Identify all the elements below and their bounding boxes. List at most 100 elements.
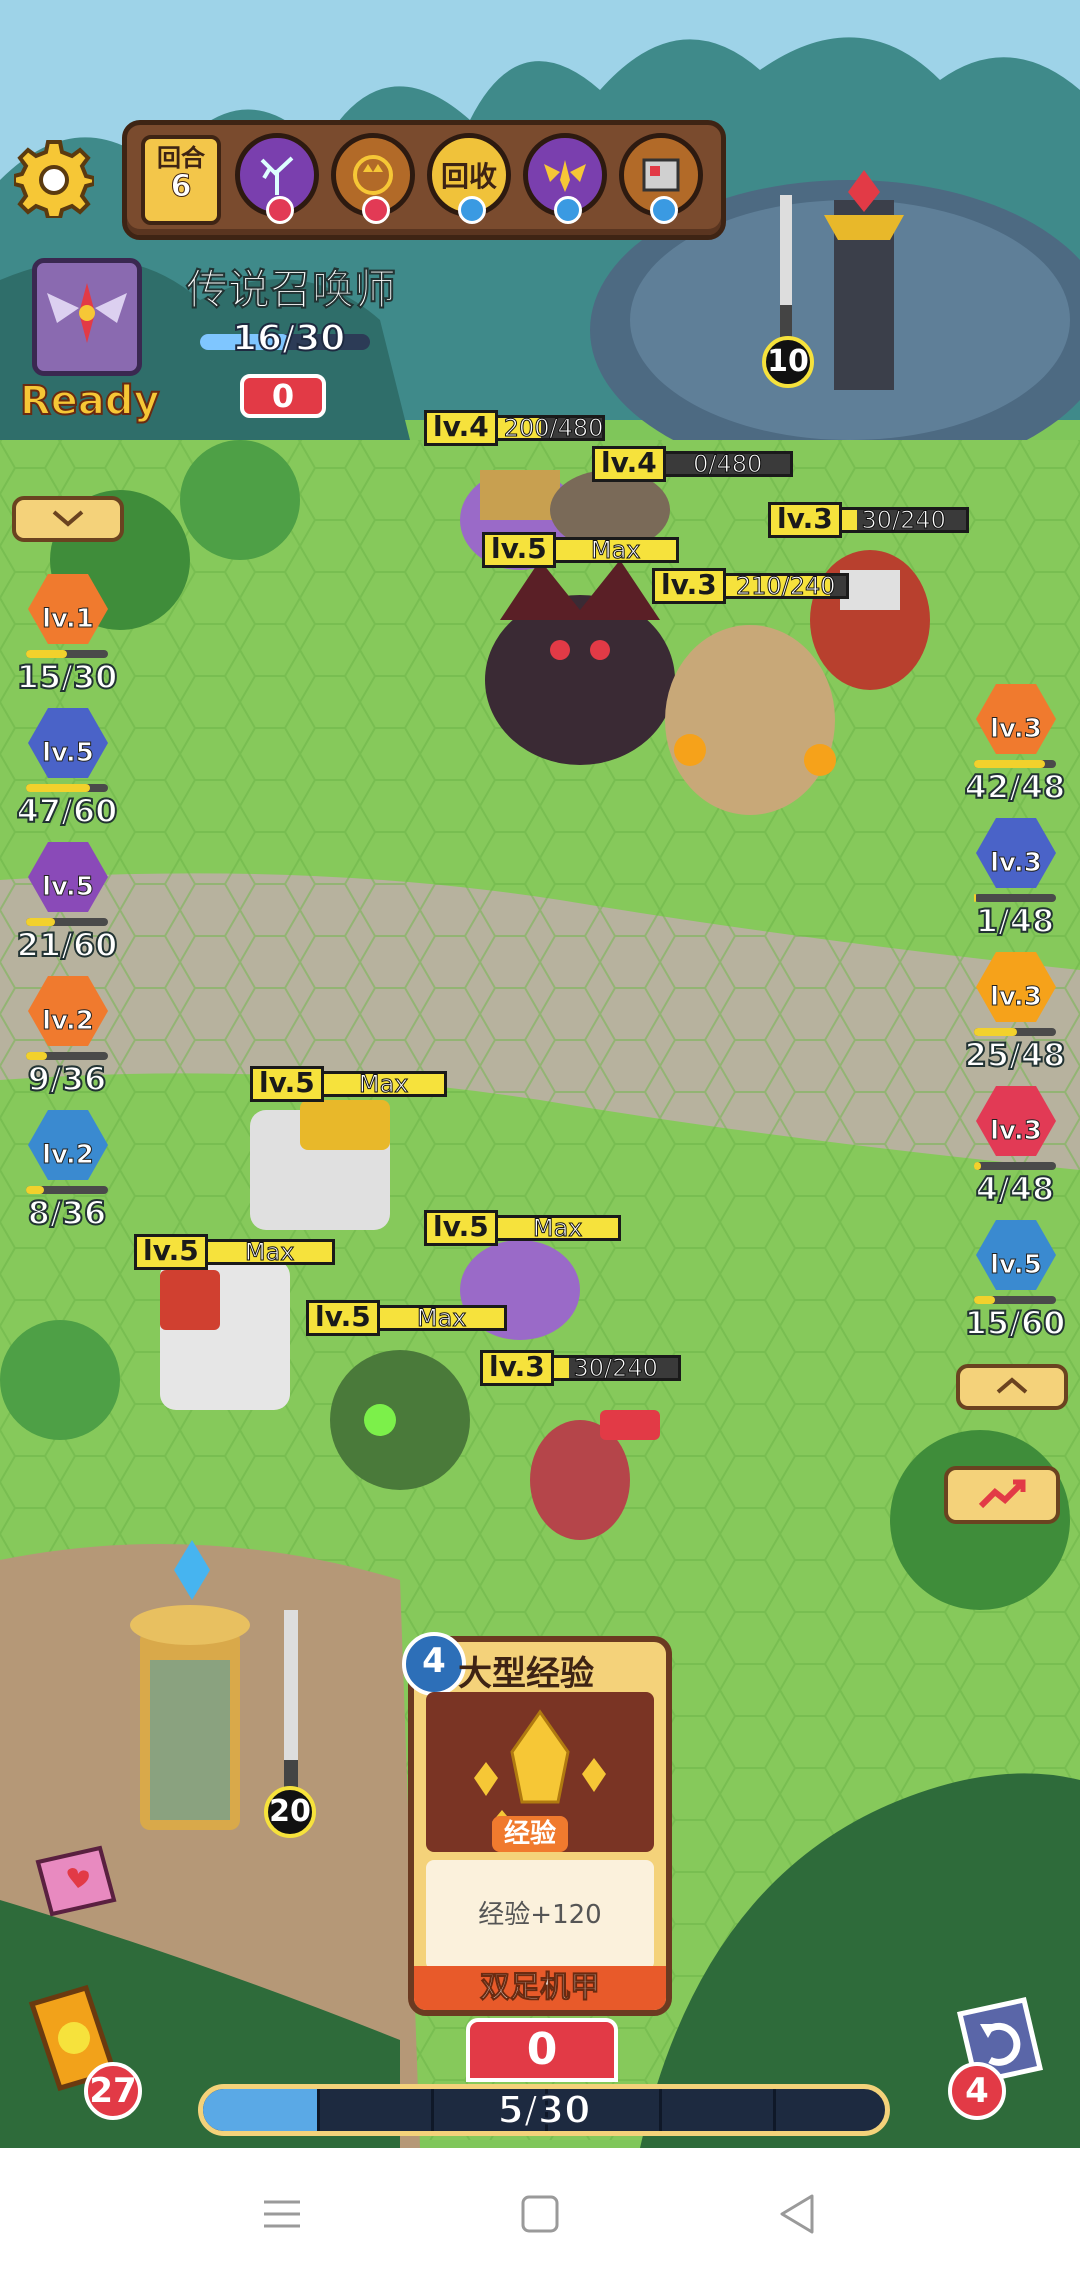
- side-unit-card[interactable]: lv.5 47/60: [12, 708, 122, 840]
- back-button[interactable]: [772, 2188, 824, 2240]
- unit-progress-bar: [26, 650, 108, 658]
- side-unit-card[interactable]: lv.5 15/60: [960, 1220, 1070, 1352]
- ally-level-tag: lv.5 Max: [134, 1234, 335, 1270]
- level-progress: 30/240: [838, 507, 969, 533]
- draw-deck[interactable]: 27: [22, 1984, 142, 2120]
- side-unit-card[interactable]: lv.3 4/48: [960, 1086, 1070, 1218]
- unit-hex-icon: lv.5: [28, 842, 108, 912]
- unit-count: 47/60: [16, 791, 119, 831]
- unit-progress-bar: [974, 894, 1056, 902]
- unit-count: 42/48: [964, 767, 1067, 807]
- level-progress: Max: [376, 1305, 507, 1331]
- enemy-level-tag: lv.5 Max: [482, 532, 679, 568]
- unit-count: 9/36: [27, 1059, 107, 1099]
- ally-tower-counter: 20: [264, 1786, 316, 1838]
- player-avatar[interactable]: [32, 258, 142, 376]
- discard-count-badge: 4: [948, 2062, 1006, 2120]
- level-progress: 30/240: [550, 1355, 681, 1381]
- side-unit-card[interactable]: lv.3 25/48: [960, 952, 1070, 1084]
- skill-slot-2[interactable]: [331, 133, 415, 224]
- red-gem-icon: [362, 196, 390, 224]
- back-triangle-icon: [780, 2194, 814, 2234]
- chevron-up-icon: [996, 1377, 1028, 1394]
- settings-gear-button[interactable]: [12, 138, 96, 220]
- skill-slot-5[interactable]: [619, 133, 703, 224]
- player-hp-text: 16/30: [231, 317, 346, 360]
- level-label: lv.3: [480, 1350, 554, 1386]
- level-progress-text: Max: [532, 1214, 583, 1242]
- blue-gem-icon: [554, 196, 582, 224]
- collapse-left-panel-button[interactable]: [12, 496, 124, 542]
- enemy-level-tag: lv.3 30/240: [768, 502, 969, 538]
- round-counter: 回合 6: [141, 135, 221, 225]
- side-unit-card[interactable]: lv.1 15/30: [12, 574, 122, 706]
- unit-level: lv.3: [990, 848, 1043, 879]
- unit-count: 21/60: [16, 925, 119, 965]
- recent-apps-button[interactable]: [256, 2188, 308, 2240]
- unit-hex-icon: lv.5: [28, 708, 108, 778]
- trend-button[interactable]: [944, 1466, 1060, 1524]
- tree-branch-skill-icon: [260, 156, 294, 195]
- card-description: 经验+120: [426, 1860, 654, 1970]
- turn-skill-bar: 回合 6 回收: [122, 120, 726, 240]
- unit-progress-bar: [974, 1162, 1056, 1170]
- ally-level-tag: lv.5 Max: [250, 1066, 447, 1102]
- card-cost: 4: [402, 1632, 466, 1696]
- player-name: 传说召唤师: [185, 264, 397, 315]
- gear-icon: [12, 140, 96, 220]
- unit-hex-icon: lv.3: [976, 1086, 1056, 1156]
- side-unit-card[interactable]: lv.3 42/48: [960, 684, 1070, 816]
- trend-up-icon: [978, 1479, 1026, 1509]
- home-button[interactable]: [514, 2188, 566, 2240]
- level-label: lv.5: [424, 1210, 498, 1246]
- level-label: lv.5: [134, 1234, 208, 1270]
- experience-card[interactable]: 4 大型经验 经验 经验+120 双足机甲: [402, 1632, 672, 2016]
- card-play-counter: 0: [466, 2018, 618, 2082]
- enemy-level-tag: lv.4 0/480: [592, 446, 793, 482]
- side-unit-card[interactable]: lv.2 8/36: [12, 1110, 122, 1242]
- side-unit-card[interactable]: lv.3 1/48: [960, 818, 1070, 950]
- round-number: 6: [170, 169, 192, 204]
- unit-hex-icon: lv.3: [976, 684, 1056, 754]
- home-square-icon: [521, 2195, 559, 2233]
- level-progress: Max: [320, 1071, 447, 1097]
- unit-hex-icon: lv.2: [28, 976, 108, 1046]
- unit-progress-bar: [26, 918, 108, 926]
- unit-progress-bar: [974, 1028, 1056, 1036]
- side-unit-card[interactable]: lv.2 9/36: [12, 976, 122, 1108]
- level-progress: 0/480: [662, 451, 793, 477]
- unit-level: lv.1: [42, 604, 95, 635]
- energy-bar: 5/30: [198, 2084, 890, 2136]
- unit-count: 4/48: [975, 1169, 1055, 1209]
- unit-count: 8/36: [27, 1193, 107, 1233]
- discard-pile[interactable]: 4: [940, 1990, 1060, 2120]
- level-progress-text: 200/480: [503, 414, 604, 442]
- skill-slot-recycle[interactable]: 回收: [427, 133, 511, 224]
- ally-level-tag: lv.3 30/240: [480, 1350, 681, 1386]
- red-gem-icon: [266, 196, 294, 224]
- codex-book-button[interactable]: [30, 1842, 120, 1922]
- side-unit-card[interactable]: lv.5 21/60: [12, 842, 122, 974]
- level-label: lv.3: [652, 568, 726, 604]
- unit-level: lv.2: [42, 1140, 95, 1171]
- level-label: lv.5: [306, 1300, 380, 1336]
- unit-hex-icon: lv.3: [976, 818, 1056, 888]
- unit-level: lv.5: [990, 1250, 1043, 1281]
- skill-slot-1[interactable]: [235, 133, 319, 224]
- enemy-tower-counter: 10: [762, 336, 814, 388]
- ally-level-tag: lv.5 Max: [424, 1210, 621, 1246]
- skill-slot-4[interactable]: [523, 133, 607, 224]
- unit-level: lv.5: [42, 872, 95, 903]
- battle-scene: 回合 6 回收 Ready 传说召唤师 16/30 0 lv.1 15/30 l…: [0, 0, 1080, 2148]
- unit-count: 25/48: [964, 1035, 1067, 1075]
- phoenix-emblem-icon: [47, 283, 127, 343]
- unit-progress-bar: [26, 1186, 108, 1194]
- blue-gem-icon: [458, 196, 486, 224]
- unit-hex-icon: lv.3: [976, 952, 1056, 1022]
- player-shield-badge: 0: [240, 374, 326, 418]
- unit-progress-bar: [974, 760, 1056, 768]
- menu-icon: [264, 2200, 300, 2228]
- expand-right-panel-button[interactable]: [956, 1364, 1068, 1410]
- level-progress: Max: [494, 1214, 621, 1242]
- crown-wreath-skill-icon: [353, 155, 393, 195]
